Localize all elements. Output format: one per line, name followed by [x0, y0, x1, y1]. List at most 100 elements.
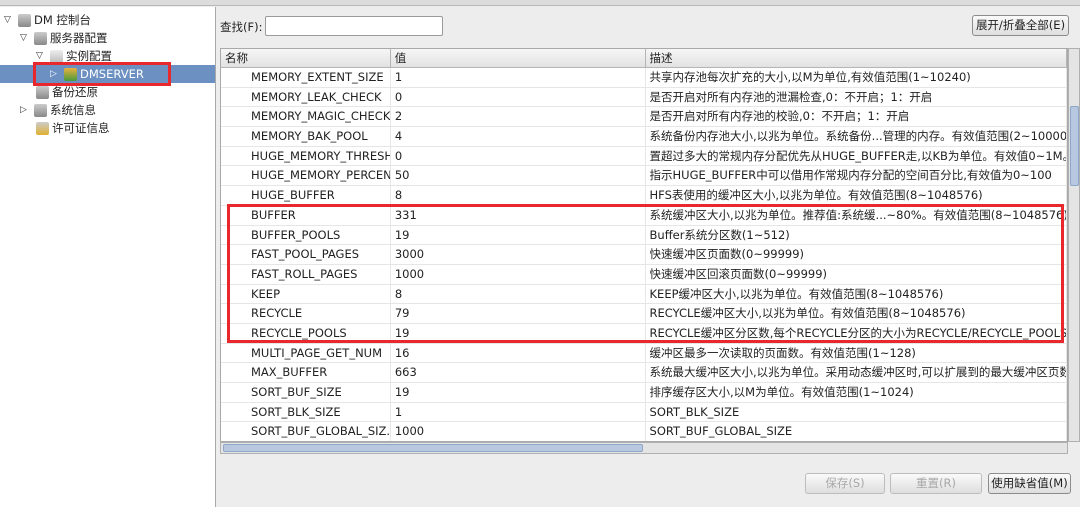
- horizontal-scroll-thumb[interactable]: [223, 444, 643, 452]
- tree-node-backup-restore[interactable]: 备份还原: [36, 83, 98, 101]
- param-name: HUGE_MEMORY_THRESH: [221, 146, 391, 166]
- param-description: 排序缓存区大小,以M为单位。有效值范围(1~1024): [646, 383, 1067, 402]
- expanded-icon[interactable]: ▽: [20, 29, 30, 47]
- param-name: MAX_BUFFER: [221, 363, 391, 382]
- param-description: HFS表使用的缓冲区大小,以兆为单位。有效值范围(8~1048576): [646, 186, 1067, 205]
- parameter-table: 名称 值 描述 MEMORY_EXTENT_SIZE 1 共享内存池每次扩充的大小,…: [220, 48, 1068, 442]
- param-value[interactable]: 16: [391, 343, 646, 363]
- tree-node-system-info[interactable]: ▷ 系统信息: [20, 101, 96, 119]
- column-header-description[interactable]: 描述: [646, 49, 1067, 67]
- param-value[interactable]: 2: [391, 107, 646, 127]
- vertical-scrollbar[interactable]: [1068, 48, 1080, 442]
- table-row[interactable]: SORT_BLK_SIZE 1 SORT_BLK_SIZE: [221, 402, 1067, 423]
- collapsed-icon[interactable]: ▷: [20, 101, 30, 119]
- param-value[interactable]: 3000: [391, 245, 646, 264]
- param-name: MEMORY_LEAK_CHECK: [221, 87, 391, 107]
- horizontal-scrollbar[interactable]: [220, 442, 1068, 454]
- table-row[interactable]: KEEP 8 KEEP缓冲区大小,以兆为单位。有效值范围(8~1048576): [221, 284, 1067, 305]
- param-description: 系统最大缓冲区大小,以兆为单位。采用动态缓冲区时,可以扩展到的最大缓冲区页数(大: [646, 363, 1067, 382]
- param-value[interactable]: 1000: [391, 422, 646, 441]
- param-description: 系统备份内存池大小,以兆为单位。系统备份...管理的内存。有效值范围(2~100…: [646, 127, 1067, 146]
- param-name: HUGE_MEMORY_PERCEN: [221, 166, 391, 186]
- param-value[interactable]: 1: [391, 402, 646, 422]
- table-row[interactable]: BUFFER_POOLS 19 Buffer系统分区数(1~512): [221, 225, 1067, 246]
- param-value[interactable]: 1: [391, 68, 646, 87]
- search-label: 查找(F):: [220, 20, 263, 34]
- tree-node-instance-config[interactable]: ▽ 实例配置: [36, 47, 112, 65]
- top-toolbar-strip: [0, 0, 1080, 6]
- param-description: 共享内存池每次扩充的大小,以M为单位,有效值范围(1~10240): [646, 68, 1067, 87]
- param-value[interactable]: 19: [391, 225, 646, 245]
- table-row[interactable]: MEMORY_BAK_POOL 4 系统备份内存池大小,以兆为单位。系统备份...管…: [221, 127, 1067, 147]
- column-header-name[interactable]: 名称: [221, 49, 391, 67]
- param-value[interactable]: 8: [391, 284, 646, 304]
- tree-node-dmserver[interactable]: ▷ DMSERVER: [0, 65, 215, 83]
- param-name: RECYCLE_POOLS: [221, 323, 391, 343]
- table-row[interactable]: MULTI_PAGE_GET_NUM 16 缓冲区最多一次读取的页面数。有效值范围(…: [221, 343, 1067, 364]
- table-row[interactable]: HUGE_BUFFER 8 HFS表使用的缓冲区大小,以兆为单位。有效值范围(8~1…: [221, 186, 1067, 206]
- param-description: 指示HUGE_BUFFER中可以借用作常规内存分配的空间百分比,有效值为0~10…: [646, 166, 1067, 186]
- param-description: Buffer系统分区数(1~512): [646, 225, 1067, 245]
- tree-node-dm-console[interactable]: ▽ DM 控制台: [4, 11, 91, 29]
- param-name: MULTI_PAGE_GET_NUM: [221, 343, 391, 363]
- param-description: SORT_BUF_GLOBAL_SIZE: [646, 422, 1067, 441]
- table-row[interactable]: BUFFER 331 系统缓冲区大小,以兆为单位。推荐值:系统缓...~80%。有效…: [221, 205, 1067, 226]
- param-name: SORT_BLK_SIZE: [221, 402, 391, 422]
- use-default-button[interactable]: 使用缺省值(M): [988, 473, 1071, 494]
- table-header: 名称 值 描述: [221, 49, 1067, 68]
- table-row[interactable]: MEMORY_LEAK_CHECK 0 是否开启对所有内存池的泄漏检查,0：不开启；…: [221, 87, 1067, 108]
- param-description: KEEP缓冲区大小,以兆为单位。有效值范围(8~1048576): [646, 284, 1067, 304]
- param-name: KEEP: [221, 284, 391, 304]
- table-row[interactable]: HUGE_MEMORY_PERCEN 50 指示HUGE_BUFFER中可以借用作常…: [221, 166, 1067, 187]
- param-value[interactable]: 331: [391, 205, 646, 225]
- param-value[interactable]: 50: [391, 166, 646, 186]
- param-name: HUGE_BUFFER: [221, 186, 391, 205]
- param-name: FAST_POOL_PAGES: [221, 245, 391, 264]
- param-value[interactable]: 19: [391, 323, 646, 343]
- table-row[interactable]: MEMORY_EXTENT_SIZE 1 共享内存池每次扩充的大小,以M为单位,有效…: [221, 68, 1067, 88]
- param-value[interactable]: 19: [391, 383, 646, 402]
- param-name: MEMORY_EXTENT_SIZE: [221, 68, 391, 87]
- column-header-value[interactable]: 值: [391, 49, 646, 67]
- table-row[interactable]: MAX_BUFFER 663 系统最大缓冲区大小,以兆为单位。采用动态缓冲区时,可以…: [221, 363, 1067, 383]
- search-input[interactable]: [265, 16, 443, 36]
- tree-node-server-config[interactable]: ▽ 服务器配置: [20, 29, 108, 47]
- save-button[interactable]: 保存(S): [805, 473, 885, 494]
- param-name: MEMORY_BAK_POOL: [221, 127, 391, 146]
- param-value[interactable]: 4: [391, 127, 646, 146]
- expanded-icon[interactable]: ▽: [36, 47, 46, 65]
- table-row[interactable]: FAST_POOL_PAGES 3000 快速缓冲区页面数(0~99999): [221, 245, 1067, 265]
- table-row[interactable]: SORT_BUF_SIZE 19 排序缓存区大小,以M为单位。有效值范围(1~102…: [221, 383, 1067, 403]
- param-description: RECYCLE缓冲区分区数,每个RECYCLE分区的大小为RECYCLE/REC…: [646, 323, 1067, 343]
- param-value[interactable]: 79: [391, 304, 646, 323]
- param-description: 缓冲区最多一次读取的页面数。有效值范围(1~128): [646, 343, 1067, 363]
- param-name: SORT_BUF_GLOBAL_SIZ...: [221, 422, 391, 441]
- param-description: 置超过多大的常规内存分配优先从HUGE_BUFFER走,以KB为单位。有效值0~…: [646, 146, 1067, 166]
- param-name: BUFFER: [221, 205, 391, 225]
- param-description: 是否开启对所有内存池的泄漏检查,0：不开启；1：开启: [646, 87, 1067, 107]
- param-value[interactable]: 0: [391, 146, 646, 166]
- server-icon: [34, 31, 47, 45]
- vertical-scroll-thumb[interactable]: [1070, 106, 1079, 186]
- table-row[interactable]: RECYCLE_POOLS 19 RECYCLE缓冲区分区数,每个RECYCLE分区…: [221, 323, 1067, 344]
- collapsed-icon[interactable]: ▷: [50, 65, 60, 83]
- expanded-icon[interactable]: ▽: [4, 11, 14, 29]
- info-icon: [34, 103, 47, 117]
- param-value[interactable]: 8: [391, 186, 646, 205]
- navigation-tree: ▽ DM 控制台 ▽ 服务器配置 ▽ 实例配置 ▷ DMSERVER 备份还原 ▷ 系统信…: [0, 7, 216, 507]
- param-name: FAST_ROLL_PAGES: [221, 264, 391, 284]
- table-row[interactable]: RECYCLE 79 RECYCLE缓冲区大小,以兆为单位。有效值范围(8~1048…: [221, 304, 1067, 324]
- table-row[interactable]: HUGE_MEMORY_THRESH 0 置超过多大的常规内存分配优先从HUGE_B…: [221, 146, 1067, 167]
- expand-collapse-all-button[interactable]: 展开/折叠全部(E): [972, 15, 1069, 36]
- param-value[interactable]: 1000: [391, 264, 646, 284]
- param-description: 系统缓冲区大小,以兆为单位。推荐值:系统缓...~80%。有效值范围(8~104…: [646, 205, 1067, 225]
- table-row[interactable]: MEMORY_MAGIC_CHECK 2 是否开启对所有内存池的校验,0：不开启；1…: [221, 107, 1067, 128]
- reset-button[interactable]: 重置(R): [890, 473, 982, 494]
- instance-icon: [50, 49, 63, 63]
- table-row[interactable]: SORT_BUF_GLOBAL_SIZ... 1000 SORT_BUF_GLOBA…: [221, 422, 1067, 441]
- param-value[interactable]: 0: [391, 87, 646, 107]
- tree-node-license-info[interactable]: 许可证信息: [36, 119, 110, 137]
- param-value[interactable]: 663: [391, 363, 646, 382]
- param-description: 快速缓冲区页面数(0~99999): [646, 245, 1067, 264]
- table-row[interactable]: FAST_ROLL_PAGES 1000 快速缓冲区回滚页面数(0~99999): [221, 264, 1067, 285]
